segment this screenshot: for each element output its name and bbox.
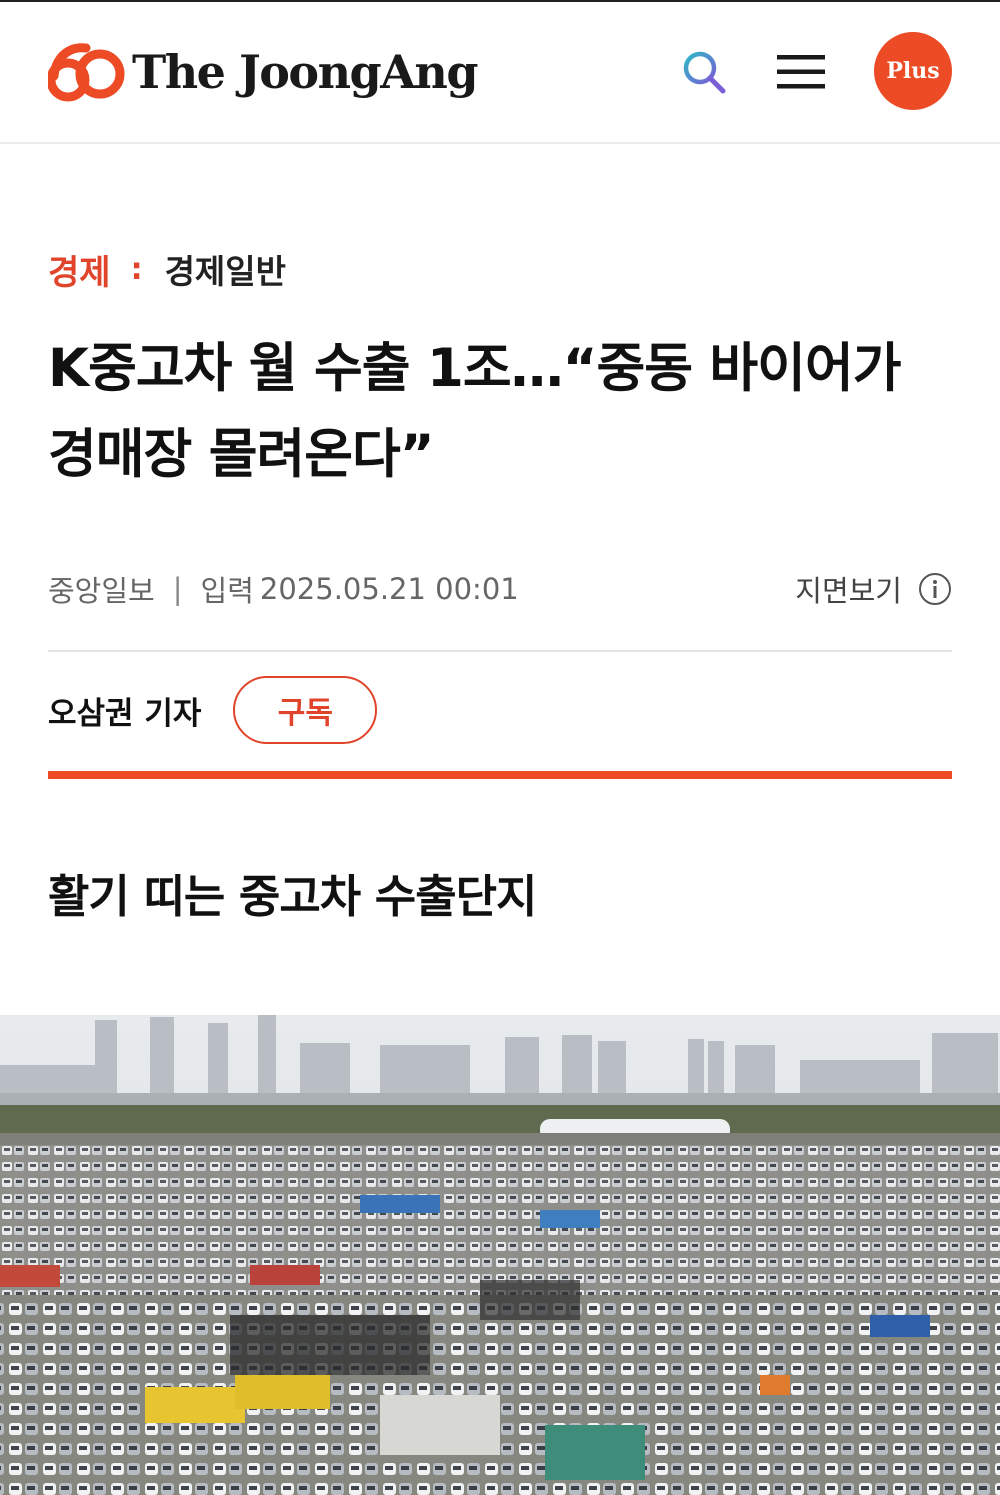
anniversary-60-logo [48, 43, 125, 102]
photo-illustration [0, 1015, 1000, 1495]
source-name: 중앙일보 [48, 574, 155, 608]
info-icon[interactable] [918, 572, 952, 606]
breadcrumb-section[interactable]: 경제 [48, 245, 111, 294]
accent-divider [48, 771, 952, 779]
meta-divider [48, 650, 952, 652]
subscribe-button[interactable]: 구독 [233, 676, 378, 744]
search-button[interactable] [678, 46, 730, 98]
logo-wordmark: The JoongAng [132, 45, 479, 99]
menu-button[interactable] [774, 48, 828, 96]
publish-date: 2025.05.21 00:01 [259, 572, 519, 606]
date-label: 입력 [200, 574, 254, 608]
meta-separator: | [172, 572, 183, 606]
site-header: The JoongAng Plus [0, 2, 1000, 144]
aerial-used-car-export-lot-photo [0, 1015, 1000, 1495]
breadcrumb-subsection[interactable]: 경제일반 [165, 245, 286, 293]
article-meta: 중앙일보 | 입력 2025.05.21 00:01 지면보기 [48, 566, 952, 612]
site-logo[interactable]: The JoongAng [48, 40, 479, 104]
print-view-button[interactable]: 지면보기 [795, 566, 952, 612]
breadcrumb-separator: : [130, 251, 143, 287]
print-view-label: 지면보기 [795, 574, 902, 608]
search-icon [683, 51, 726, 94]
byline: 오삼권 기자 구독 [48, 676, 378, 744]
article-subheading: 활기 띠는 중고차 수출단지 [48, 870, 537, 923]
article-headline: K중고차 월 수출 1조…“중동 바이어가 경매장 몰려온다” [48, 338, 901, 485]
plus-subscription-button[interactable]: Plus [874, 32, 952, 110]
reporter-name[interactable]: 오삼권 기자 [48, 688, 201, 733]
breadcrumb: 경제 : 경제일반 [48, 244, 286, 294]
hamburger-menu-icon [777, 55, 825, 89]
